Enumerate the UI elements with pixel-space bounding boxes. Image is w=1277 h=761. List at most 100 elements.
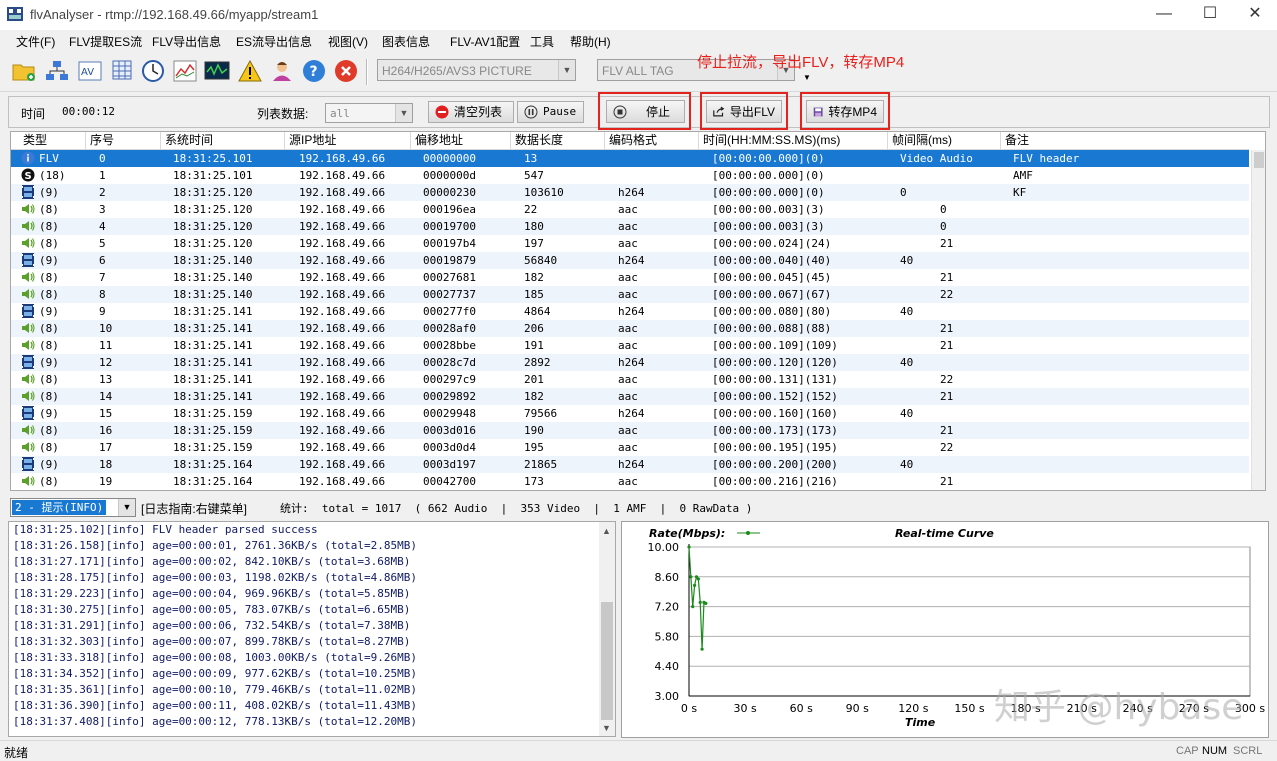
column-system-time[interactable]: 系统时间 [161,132,285,149]
column-note[interactable]: 备注 [1001,132,1249,149]
menu-flv-av1-config[interactable]: FLV-AV1配置 [450,33,520,50]
monitor-wave-icon[interactable] [203,57,231,85]
table-row[interactable]: (8) 4 18:31:25.120 192.168.49.66 00019700 180… [11,218,1249,235]
cell-type: (9) [39,356,59,369]
table-scrollbar-thumb[interactable] [1254,152,1264,168]
table-row[interactable]: (8) 8 18:31:25.140 192.168.49.66 00027737 185… [11,286,1249,303]
cell-ip: 192.168.49.66 [299,441,386,454]
table-row[interactable]: (8) 19 18:31:25.164 192.168.49.66 00042700 17… [11,473,1249,490]
list-data-combo[interactable]: all ▼ [325,103,413,123]
log-line: [18:31:29.223][info] age=00:00:04, 969.9… [13,587,411,600]
cell-offset: 00027737 [423,288,476,301]
cell-interval: 40 [900,458,914,471]
cell-seq: 18 [99,458,113,471]
cell-seq: 4 [99,220,106,233]
cell-codec: aac [618,271,638,284]
data-point [704,601,708,606]
stop-icon [613,105,627,118]
log-panel[interactable]: [18:31:25.102][info] FLV header parsed s… [8,521,616,737]
pause-icon [524,105,538,119]
export-flv-button[interactable]: 导出FLV [706,100,782,123]
cell-codec: aac [618,288,638,301]
grid-icon[interactable] [108,57,136,85]
table-row[interactable]: (8) 5 18:31:25.120 192.168.49.66 000197b4 197… [11,235,1249,252]
cell-ip: 192.168.49.66 [299,169,386,182]
column-length[interactable]: 数据长度 [511,132,605,149]
menu-flv-extract-es[interactable]: FLV提取ES流 [69,33,142,50]
log-level-select[interactable]: 2 - 提示(INFO) ▼ [10,498,136,517]
table-row[interactable]: (9) 15 18:31:25.159 192.168.49.66 00029948 79… [11,405,1249,422]
table-row[interactable]: (9) 9 18:31:25.141 192.168.49.66 000277f0 486… [11,303,1249,320]
table-row[interactable]: S (18) 1 18:31:25.101 192.168.49.66 0000000d 5… [11,167,1249,184]
table-row[interactable]: (8) 3 18:31:25.120 192.168.49.66 000196ea 22 a… [11,201,1249,218]
table-row[interactable]: (8) 10 18:31:25.141 192.168.49.66 00028af0 20… [11,320,1249,337]
svg-text:S: S [25,171,32,182]
warning-icon[interactable] [236,57,264,85]
table-scrollbar[interactable] [1251,150,1265,490]
menu-es-export-info[interactable]: ES流导出信息 [236,33,312,50]
toolbar-overflow-icon[interactable]: ▼ [803,73,811,82]
scroll-down-icon[interactable]: ▼ [602,723,611,733]
table-row[interactable]: (8) 16 18:31:25.159 192.168.49.66 0003d016 19… [11,422,1249,439]
column-type[interactable]: 类型 [11,132,86,149]
log-scrollbar-thumb[interactable] [601,602,613,720]
table-row[interactable]: (9) 2 18:31:25.120 192.168.49.66 00000230 103… [11,184,1249,201]
column-seq[interactable]: 序号 [86,132,161,149]
cell-codec: h264 [618,407,645,420]
open-folder-icon[interactable] [10,57,38,85]
clear-list-button[interactable]: 清空列表 [428,101,514,123]
audio-speaker-icon [21,270,35,284]
column-timestamp[interactable]: 时间(HH:MM:SS.MS)(ms) [699,132,888,149]
cell-time: 18:31:25.120 [173,237,253,250]
table-row[interactable]: (8) 11 18:31:25.141 192.168.49.66 00028bbe 19… [11,337,1249,354]
help-icon[interactable]: ? [300,57,328,85]
menu-chart-info[interactable]: 图表信息 [382,33,430,50]
menu-view[interactable]: 视图(V) [328,33,368,50]
clock-icon[interactable] [139,57,167,85]
export-icon [713,106,725,117]
minimize-button[interactable]: — [1141,0,1187,30]
picture-type-combo[interactable]: H264/H265/AVS3 PICTURE ▼ [377,59,576,81]
column-offset[interactable]: 偏移地址 [411,132,511,149]
scroll-up-icon[interactable]: ▲ [602,526,611,536]
table-row[interactable]: (8) 7 18:31:25.140 192.168.49.66 00027681 182… [11,269,1249,286]
cell-type: (9) [39,305,59,318]
network-icon[interactable] [43,57,71,85]
menu-file[interactable]: 文件(F) [16,33,55,50]
table-row[interactable]: FLV 0 18:31:25.101 192.168.49.66 00000000 13 [… [11,150,1249,167]
table-row[interactable]: (8) 17 18:31:25.159 192.168.49.66 0003d0d4 19… [11,439,1249,456]
cell-ip: 192.168.49.66 [299,475,386,488]
menu-help[interactable]: 帮助(H) [570,33,611,50]
av-icon[interactable]: AV [76,57,104,85]
convert-mp4-button[interactable]: 转存MP4 [806,100,884,123]
stop-button[interactable]: 停止 [606,100,685,123]
video-film-icon [21,457,35,471]
log-scrollbar[interactable]: ▲ ▼ [599,522,615,736]
stop-circle-icon[interactable] [332,57,360,85]
table-row[interactable]: (9) 18 18:31:25.164 192.168.49.66 0003d197 21… [11,456,1249,473]
column-codec[interactable]: 编码格式 [605,132,699,149]
cell-seq: 8 [99,288,106,301]
pause-button[interactable]: Pause [517,101,584,123]
cell-codec: h264 [618,305,645,318]
audio-speaker-icon [21,202,35,216]
table-row[interactable]: (9) 12 18:31:25.141 192.168.49.66 00028c7d 28… [11,354,1249,371]
legend-marker [746,531,750,535]
cell-time: 18:31:25.141 [173,322,253,335]
cell-offset: 0003d197 [423,458,476,471]
menu-tools[interactable]: 工具 [530,33,554,50]
table-row[interactable]: (8) 13 18:31:25.141 192.168.49.66 000297c9 20… [11,371,1249,388]
maximize-button[interactable]: ☐ [1187,0,1233,30]
menu-flv-export-info[interactable]: FLV导出信息 [152,33,221,50]
column-source-ip[interactable]: 源IP地址 [285,132,411,149]
cell-ts: [00:00:00.088](88) [712,322,832,335]
cell-offset: 00000230 [423,186,476,199]
chart-icon[interactable] [171,57,199,85]
table-row[interactable]: (9) 6 18:31:25.140 192.168.49.66 00019879 568… [11,252,1249,269]
column-interval[interactable]: 帧间隔(ms) [888,132,1001,149]
user-icon[interactable] [268,57,296,85]
cell-ip: 192.168.49.66 [299,186,386,199]
cell-time: 18:31:25.141 [173,339,253,352]
close-button[interactable]: ✕ [1232,0,1277,30]
table-row[interactable]: (8) 14 18:31:25.141 192.168.49.66 00029892 18… [11,388,1249,405]
